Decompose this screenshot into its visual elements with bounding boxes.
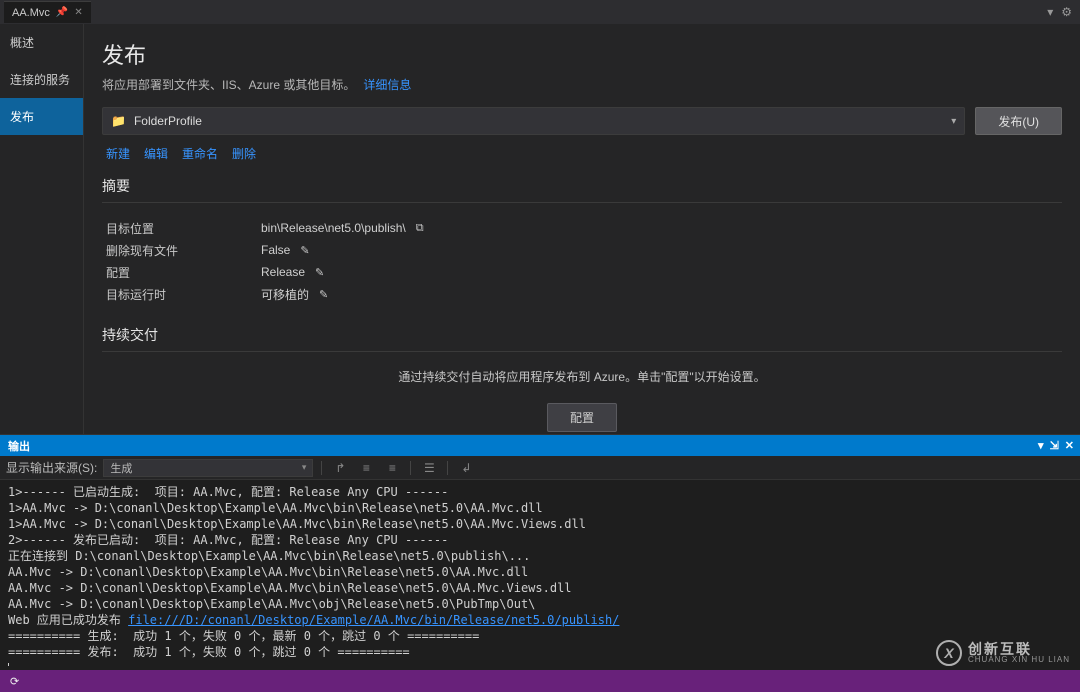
close-icon[interactable]: ✕ (74, 7, 82, 18)
close-icon[interactable]: ✕ (1065, 439, 1074, 452)
output-body[interactable]: 1>------ 已启动生成: 项目: AA.Mvc, 配置: Release … (0, 480, 1080, 666)
output-source-label: 显示输出来源(S): (6, 459, 97, 476)
output-sep: ========== (400, 629, 479, 643)
ci-description: 通过持续交付自动将应用程序发布到 Azure。单击"配置"以开始设置。 (102, 368, 1062, 385)
summary-value: 可移植的 (261, 286, 309, 303)
summary-label: 目标位置 (106, 220, 261, 237)
output-panel-title: 输出 (8, 438, 30, 454)
output-line: AA.Mvc -> D:\conanl\Desktop\Example\AA.M… (8, 597, 535, 611)
editor-tabstrip: AA.Mvc 📌 ✕ ▾ ⚙ (0, 0, 1080, 24)
summary-value: bin\Release\net5.0\publish\ (261, 221, 406, 235)
tab-label: AA.Mvc (12, 7, 50, 19)
pencil-icon[interactable]: ✎ (319, 288, 328, 301)
output-sep: ========== (330, 645, 409, 659)
summary-value: False (261, 243, 290, 257)
link-new[interactable]: 新建 (106, 145, 130, 162)
text-caret (8, 663, 9, 667)
output-summary-publish: 发布: 成功 1 个，失败 0 个，跳过 0 个 (87, 645, 330, 659)
wrap-icon[interactable]: ↲ (456, 461, 476, 475)
ci-configure-button[interactable]: 配置 (547, 403, 617, 432)
status-left-icon[interactable]: ⟳ (10, 675, 19, 688)
separator (447, 461, 448, 475)
publish-content: 发布 将应用部署到文件夹、IIS、Azure 或其他目标。 详细信息 📁 Fol… (84, 24, 1080, 434)
clear-icon[interactable]: ☰ (419, 461, 439, 475)
output-source-dropdown[interactable]: 生成 ▾ (103, 459, 313, 477)
dropdown-icon[interactable]: ▾ (1047, 5, 1053, 19)
output-line: AA.Mvc -> D:\conanl\Desktop\Example\AA.M… (8, 581, 572, 595)
output-toolbar: 显示输出来源(S): 生成 ▾ ↱ ≡ ≡ ☰ ↲ (0, 456, 1080, 480)
pin-icon[interactable]: 📌 (56, 7, 68, 18)
output-panel-header[interactable]: 输出 ▾ ⇲ ✕ (0, 434, 1080, 456)
page-subtitle: 将应用部署到文件夹、IIS、Azure 或其他目标。 (102, 76, 355, 93)
chevron-down-icon: ▾ (951, 116, 956, 127)
output-sep: ========== (8, 645, 87, 659)
output-link[interactable]: file:///D:/conanl/Desktop/Example/AA.Mvc… (128, 613, 619, 627)
summary-row-delete-existing: 删除现有文件 False ✎ (106, 239, 1062, 261)
folder-icon: 📁 (111, 114, 126, 128)
output-line: 1>AA.Mvc -> D:\conanl\Desktop\Example\AA… (8, 501, 543, 515)
gear-icon[interactable]: ⚙ (1061, 5, 1072, 19)
summary-label: 目标运行时 (106, 286, 261, 303)
publish-sidenav: 概述 连接的服务 发布 (0, 24, 84, 434)
go-to-icon[interactable]: ↱ (330, 461, 350, 475)
output-sep: ========== (8, 629, 87, 643)
separator (410, 461, 411, 475)
separator (321, 461, 322, 475)
output-line: AA.Mvc -> D:\conanl\Desktop\Example\AA.M… (8, 565, 528, 579)
section-ci-title: 持续交付 (102, 325, 1062, 352)
link-edit[interactable]: 编辑 (144, 145, 168, 162)
summary-row-configuration: 配置 Release ✎ (106, 261, 1062, 283)
copy-icon[interactable]: ⧉ (416, 222, 424, 235)
page-title: 发布 (102, 38, 1062, 70)
output-source-value: 生成 (110, 460, 132, 476)
pencil-icon[interactable]: ✎ (300, 244, 309, 257)
summary-label: 删除现有文件 (106, 242, 261, 259)
summary-value: Release (261, 265, 305, 279)
summary-grid: 目标位置 bin\Release\net5.0\publish\ ⧉ 删除现有文… (106, 217, 1062, 305)
profile-dropdown[interactable]: 📁 FolderProfile ▾ (102, 107, 965, 135)
publish-panel: 概述 连接的服务 发布 发布 将应用部署到文件夹、IIS、Azure 或其他目标… (0, 24, 1080, 434)
summary-row-target-location: 目标位置 bin\Release\net5.0\publish\ ⧉ (106, 217, 1062, 239)
sidenav-item-connected-services[interactable]: 连接的服务 (0, 61, 83, 98)
output-line: 1>AA.Mvc -> D:\conanl\Desktop\Example\AA… (8, 517, 586, 531)
prev-icon[interactable]: ≡ (356, 461, 376, 475)
output-line: 正在连接到 D:\conanl\Desktop\Example\AA.Mvc\b… (8, 549, 530, 563)
summary-label: 配置 (106, 264, 261, 281)
output-line: 1>------ 已启动生成: 项目: AA.Mvc, 配置: Release … (8, 485, 448, 499)
link-rename[interactable]: 重命名 (182, 145, 218, 162)
details-link[interactable]: 详细信息 (363, 76, 411, 93)
publish-button[interactable]: 发布(U) (975, 107, 1062, 135)
next-icon[interactable]: ≡ (382, 461, 402, 475)
output-line: Web 应用已成功发布 (8, 613, 128, 627)
profile-name: FolderProfile (134, 114, 202, 128)
output-summary-build: 生成: 成功 1 个，失败 0 个，最新 0 个，跳过 0 个 (87, 629, 399, 643)
output-line: 2>------ 发布已启动: 项目: AA.Mvc, 配置: Release … (8, 533, 448, 547)
sidenav-item-publish[interactable]: 发布 (0, 98, 83, 135)
section-summary-title: 摘要 (102, 176, 1062, 203)
status-bar: ⟳ (0, 670, 1080, 692)
chevron-down-icon: ▾ (302, 462, 307, 473)
tab-aa-mvc[interactable]: AA.Mvc 📌 ✕ (4, 1, 91, 23)
dropdown-icon[interactable]: ▾ (1038, 439, 1044, 452)
sidenav-item-overview[interactable]: 概述 (0, 24, 83, 61)
link-delete[interactable]: 删除 (232, 145, 256, 162)
pencil-icon[interactable]: ✎ (315, 266, 324, 279)
summary-row-target-runtime: 目标运行时 可移植的 ✎ (106, 283, 1062, 305)
pin-icon[interactable]: ⇲ (1050, 439, 1059, 452)
